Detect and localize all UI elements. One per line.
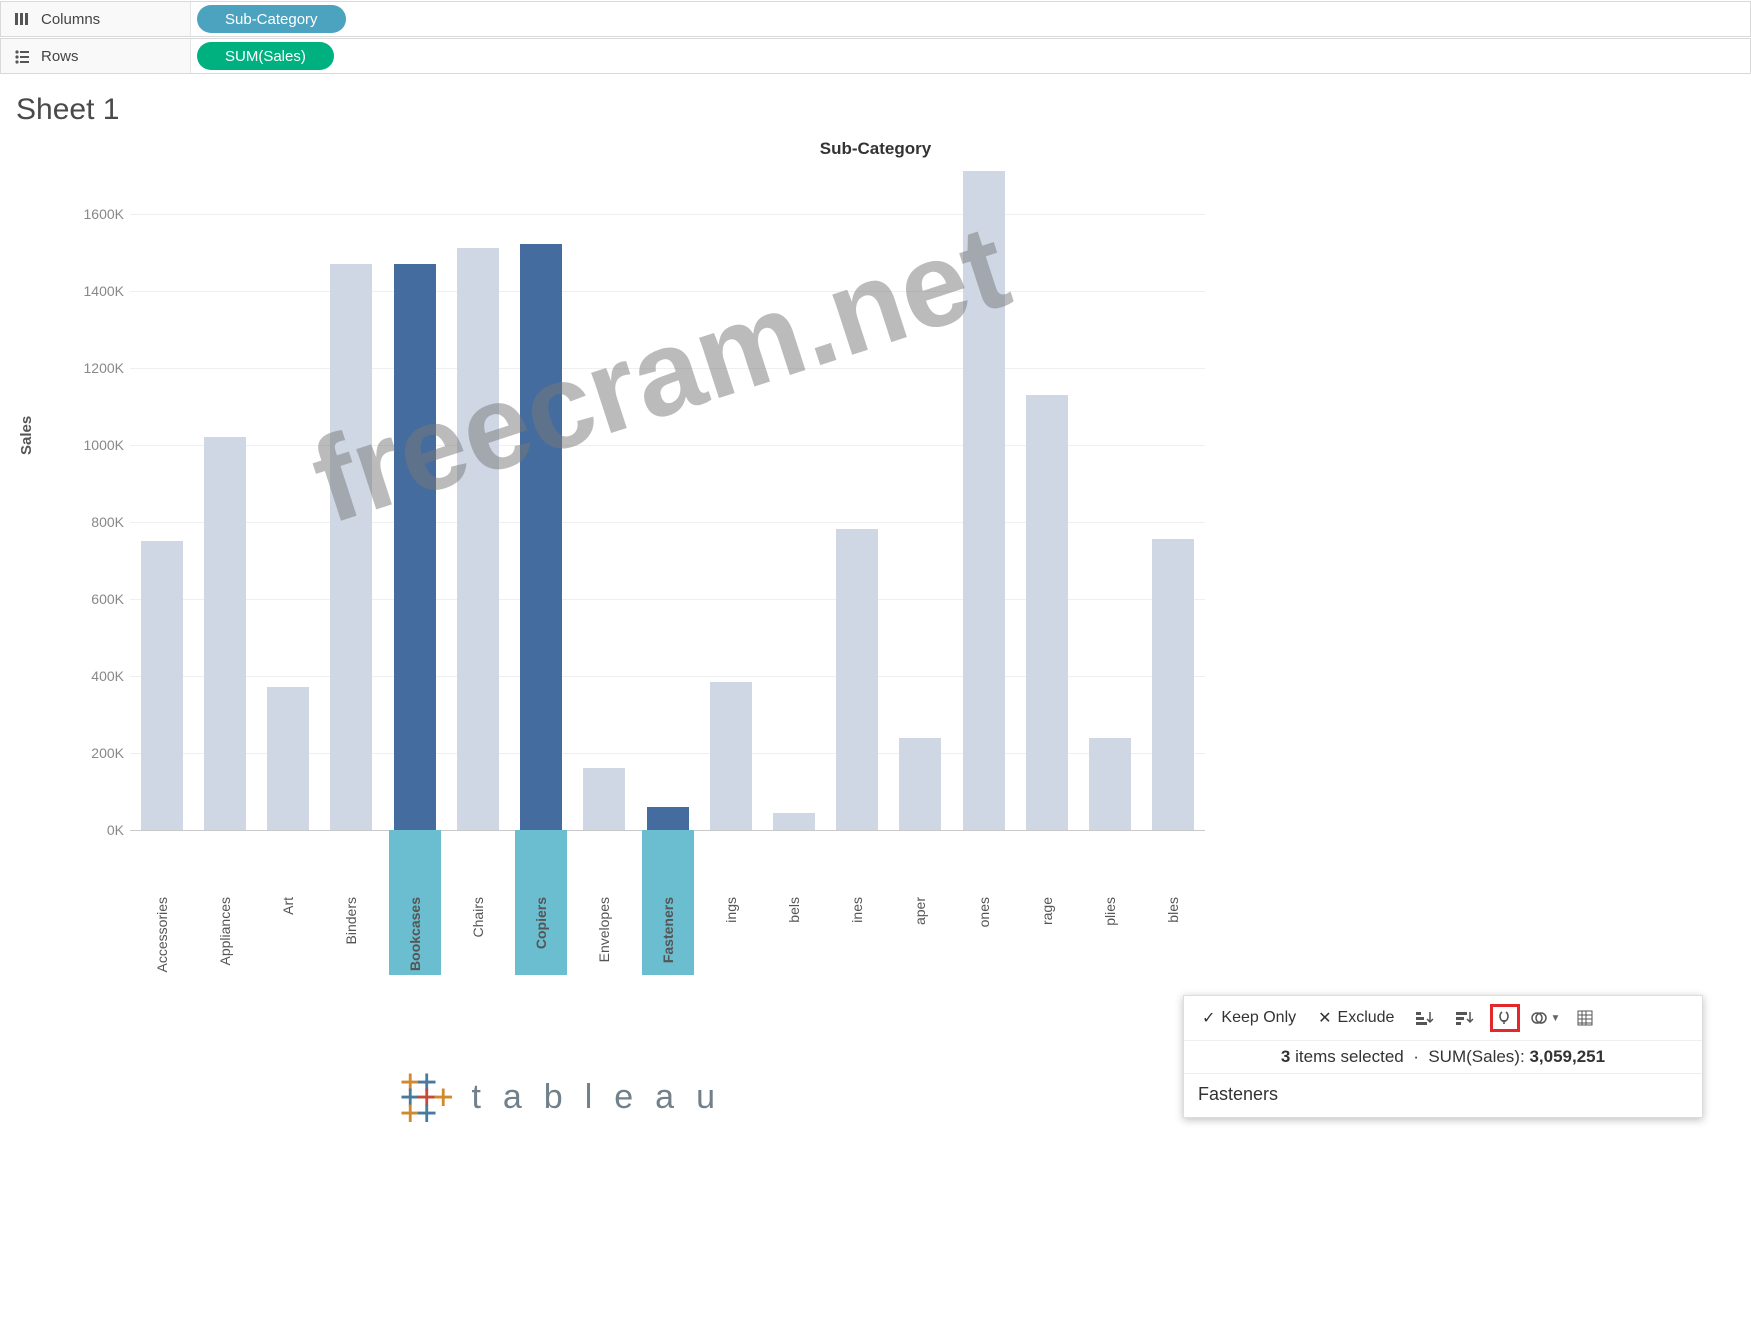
bar-copiers[interactable]: Copiers	[515, 175, 567, 830]
bar-tables[interactable]: bles	[1147, 175, 1199, 830]
x-tick-label: Bookcases	[407, 897, 423, 1027]
chart-y-axis-title: Sales	[18, 416, 35, 455]
columns-pill[interactable]: Sub-Category	[197, 5, 346, 33]
x-tick-label: ines	[849, 897, 865, 1027]
bar-rect[interactable]	[1089, 738, 1131, 830]
rows-shelf[interactable]: Rows SUM(Sales)	[0, 38, 1751, 74]
y-tick-label: 400K	[91, 668, 124, 684]
x-tick-label: Chairs	[470, 897, 486, 1027]
rows-label: Rows	[41, 39, 191, 73]
bar-rect[interactable]	[520, 244, 562, 830]
columns-pill-area[interactable]: Sub-Category	[191, 2, 1750, 36]
x-tick-label: Appliances	[217, 897, 233, 1027]
bar-rect[interactable]	[267, 687, 309, 830]
y-tick-label: 600K	[91, 591, 124, 607]
bar-supplies[interactable]: plies	[1084, 175, 1136, 830]
group-icon[interactable]	[1490, 1004, 1520, 1032]
bar-binders[interactable]: Binders	[325, 175, 377, 830]
bar-accessories[interactable]: Accessories	[136, 175, 188, 830]
bar-bookcases[interactable]: Bookcases	[389, 175, 441, 830]
x-tick-label: Envelopes	[596, 897, 612, 1027]
x-tick-label: plies	[1102, 897, 1118, 1027]
rows-pill-area[interactable]: SUM(Sales)	[191, 39, 1750, 73]
bar-furnishings[interactable]: ings	[705, 175, 757, 830]
x-tick-label: ones	[976, 897, 992, 1027]
sort-desc-icon[interactable]	[1450, 1004, 1480, 1032]
bar-envelopes[interactable]: Envelopes	[578, 175, 630, 830]
sheet-area: Sheet 1 Sub-Category Sales 0K200K400K600…	[0, 75, 1751, 127]
x-tick-label: Art	[280, 897, 296, 1027]
y-tick-label: 200K	[91, 745, 124, 761]
tooltip-summary: 3 items selected · SUM(Sales): 3,059,251	[1184, 1041, 1702, 1073]
chart-plot-area[interactable]: AccessoriesAppliancesArtBindersBookcases…	[130, 175, 1205, 855]
bar-rect[interactable]	[899, 738, 941, 830]
create-set-icon[interactable]	[1530, 1004, 1560, 1032]
bar-rect[interactable]	[330, 264, 372, 830]
bar-rect[interactable]	[710, 682, 752, 830]
y-tick-label: 1600K	[84, 206, 124, 222]
rows-icon	[1, 48, 41, 64]
bar-rect[interactable]	[836, 529, 878, 830]
x-tick-label: rage	[1039, 897, 1055, 1027]
y-axis-ticks: 0K200K400K600K800K1000K1200K1400K1600K	[60, 175, 130, 830]
bar-phones[interactable]: ones	[958, 175, 1010, 830]
tooltip-detail: Fasteners	[1184, 1073, 1702, 1117]
bar-rect[interactable]	[457, 248, 499, 830]
bar-labels[interactable]: bels	[768, 175, 820, 830]
bar-rect[interactable]	[583, 768, 625, 830]
y-tick-label: 1200K	[84, 360, 124, 376]
logo-marks-icon: ++ +++ ++	[400, 1075, 449, 1121]
bar-rect[interactable]	[204, 437, 246, 830]
x-icon: ✕	[1318, 1008, 1331, 1028]
check-icon: ✓	[1202, 1008, 1215, 1028]
view-data-icon[interactable]	[1570, 1004, 1600, 1032]
bar-rect[interactable]	[1026, 395, 1068, 830]
bar-storage[interactable]: rage	[1021, 175, 1073, 830]
columns-shelf[interactable]: Columns Sub-Category	[0, 1, 1751, 37]
x-tick-label: bels	[786, 897, 802, 1027]
y-tick-label: 1400K	[84, 283, 124, 299]
tooltip-card: ✓ Keep Only ✕ Exclude 3	[1183, 995, 1703, 1118]
keep-only-button[interactable]: ✓ Keep Only	[1196, 1004, 1302, 1032]
chart-x-axis-title: Sub-Category	[0, 139, 1751, 159]
x-tick-label: Accessories	[154, 897, 170, 1027]
bar-art[interactable]: Art	[262, 175, 314, 830]
bar-machines[interactable]: ines	[831, 175, 883, 830]
bar-rect[interactable]	[141, 541, 183, 830]
keep-only-label: Keep Only	[1221, 1009, 1296, 1027]
x-tick-label: Fasteners	[660, 897, 676, 1027]
x-tick-label: Binders	[343, 897, 359, 1027]
exclude-button[interactable]: ✕ Exclude	[1312, 1004, 1400, 1032]
x-tick-label: ings	[723, 897, 739, 1027]
bar-chairs[interactable]: Chairs	[452, 175, 504, 830]
bar-rect[interactable]	[963, 171, 1005, 830]
y-tick-label: 800K	[91, 514, 124, 530]
x-tick-label: Copiers	[533, 897, 549, 1027]
bar-rect[interactable]	[394, 264, 436, 830]
logo-text: tableau	[471, 1078, 737, 1117]
columns-label: Columns	[41, 2, 191, 36]
bar-rect[interactable]	[647, 807, 689, 830]
exclude-label: Exclude	[1338, 1009, 1395, 1027]
bar-paper[interactable]: aper	[894, 175, 946, 830]
x-tick-label: bles	[1165, 897, 1181, 1027]
sheet-title[interactable]: Sheet 1	[16, 93, 1743, 127]
bar-rect[interactable]	[773, 813, 815, 830]
columns-icon	[1, 11, 41, 27]
bar-appliances[interactable]: Appliances	[199, 175, 251, 830]
sort-asc-icon[interactable]	[1410, 1004, 1440, 1032]
x-tick-label: aper	[912, 897, 928, 1027]
tableau-logo: ++ +++ ++ tableau	[400, 1075, 737, 1121]
y-tick-label: 0K	[107, 822, 124, 838]
bar-rect[interactable]	[1152, 539, 1194, 830]
y-tick-label: 1000K	[84, 437, 124, 453]
rows-pill[interactable]: SUM(Sales)	[197, 42, 334, 70]
bar-fasteners[interactable]: Fasteners	[642, 175, 694, 830]
